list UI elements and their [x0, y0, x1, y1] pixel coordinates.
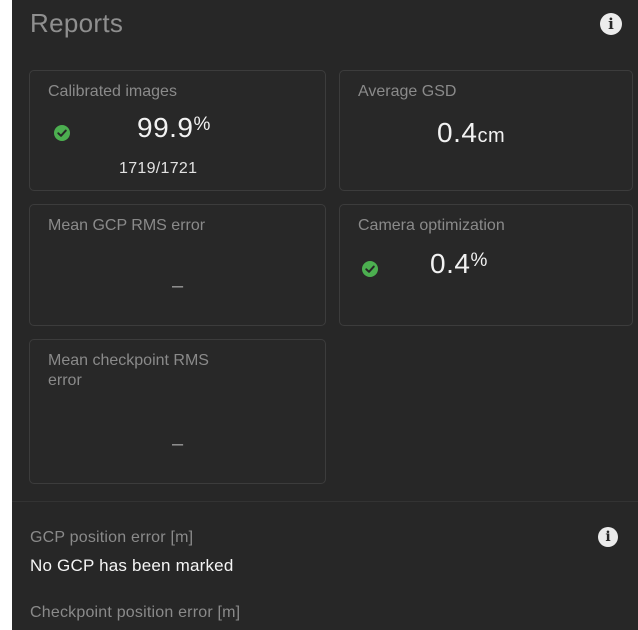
calibrated-images-value: 99.9% [137, 112, 211, 144]
card-label-line: error [48, 372, 82, 389]
info-icon[interactable]: i [598, 527, 618, 547]
reports-panel: Reports i Calibrated images 99.9% 1719/1… [12, 0, 638, 630]
card-label: Average GSD [358, 83, 457, 100]
mean-checkpoint-rms-card: Mean checkpoint RMS error – [29, 339, 326, 484]
mean-gcp-rms-card: Mean GCP RMS error – [29, 204, 326, 326]
card-label: Mean checkpoint RMS error [48, 351, 209, 391]
gcp-position-error-value: No GCP has been marked [30, 556, 234, 575]
check-circle-icon [54, 125, 70, 141]
card-label: Calibrated images [48, 83, 177, 100]
panel-title: Reports [30, 8, 124, 38]
checkpoint-position-error-title: Checkpoint position error [m] [30, 604, 241, 621]
empty-value: – [172, 275, 184, 297]
value-number: 0.4 [430, 248, 471, 279]
value-number: 0.4 [437, 117, 478, 148]
camera-optimization-value: 0.4% [430, 248, 488, 280]
average-gsd-card: Average GSD 0.4cm [339, 70, 633, 191]
panel-header: Reports i [12, 0, 638, 52]
info-icon[interactable]: i [600, 13, 622, 35]
card-label: Camera optimization [358, 217, 505, 234]
card-label: Mean GCP RMS error [48, 217, 206, 234]
value-unit: % [193, 114, 211, 135]
card-label-line: Mean checkpoint RMS [48, 352, 209, 369]
value-unit: % [470, 250, 488, 271]
empty-value: – [172, 433, 184, 455]
calibrated-images-card: Calibrated images 99.9% 1719/1721 [29, 70, 326, 191]
average-gsd-value: 0.4cm [437, 117, 505, 149]
gcp-position-error-title: GCP position error [m] [30, 529, 194, 546]
section-divider [12, 501, 638, 502]
value-number: 99.9 [137, 112, 194, 143]
check-circle-icon [362, 261, 378, 277]
camera-optimization-card: Camera optimization 0.4% [339, 204, 633, 326]
calibrated-images-count: 1719/1721 [119, 160, 198, 177]
value-unit: cm [477, 125, 506, 147]
